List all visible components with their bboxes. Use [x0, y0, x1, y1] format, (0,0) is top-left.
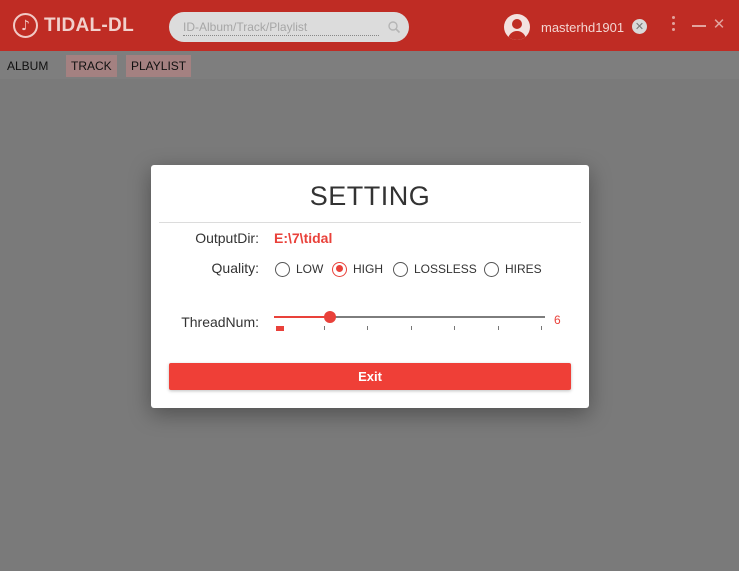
slider-tick	[276, 326, 284, 331]
tab-bar: ALBUM TRACK PLAYLIST	[0, 51, 739, 79]
slider-fill	[274, 316, 330, 318]
quality-option-label: HIGH	[353, 262, 383, 276]
radio-circle-icon	[484, 261, 499, 277]
divider	[159, 222, 581, 223]
output-dir-label: OutputDir:	[195, 230, 259, 246]
quality-radio-lossless[interactable]: LOSSLESS	[393, 261, 477, 277]
dialog-title: SETTING	[309, 181, 431, 211]
settings-dialog: SETTING OutputDir: E:\7\tidal Quality: L…	[151, 165, 589, 408]
close-button[interactable]: ✕	[711, 16, 727, 32]
quality-radio-hires[interactable]: HIRES	[484, 261, 542, 277]
quality-option-label: LOSSLESS	[414, 262, 477, 276]
exit-button[interactable]: Exit	[169, 363, 571, 390]
quality-label: Quality:	[211, 260, 259, 276]
username: masterhd1901	[541, 20, 625, 35]
slider-tick	[324, 326, 325, 330]
slider-thumb[interactable]	[324, 311, 336, 323]
slider-tick	[498, 326, 499, 330]
slider-tick	[367, 326, 368, 330]
output-dir-value[interactable]: E:\7\tidal	[274, 230, 332, 246]
app-title: TIDAL-DL	[44, 15, 134, 36]
minimize-button[interactable]	[692, 25, 706, 27]
quality-radio-low[interactable]: LOW	[275, 261, 323, 277]
radio-circle-icon	[332, 261, 347, 277]
radio-circle-icon	[275, 261, 290, 277]
logout-button[interactable]: ✕	[632, 19, 647, 34]
search-icon[interactable]	[387, 20, 401, 34]
search-box[interactable]	[169, 12, 409, 42]
avatar-icon[interactable]	[504, 14, 530, 40]
thread-num-slider[interactable]	[274, 310, 545, 334]
quality-option-label: LOW	[296, 262, 324, 276]
quality-option-label: HIRES	[505, 262, 542, 276]
slider-tick	[454, 326, 455, 330]
more-menu-icon[interactable]	[670, 16, 676, 36]
tab-track[interactable]: TRACK	[66, 55, 117, 77]
tab-playlist[interactable]: PLAYLIST	[126, 55, 192, 77]
search-input[interactable]	[183, 18, 379, 36]
title-bar: ♪ TIDAL-DL masterhd1901 ✕ ✕	[0, 0, 739, 51]
tab-album[interactable]: ALBUM	[2, 55, 53, 77]
thread-num-value: 6	[554, 313, 561, 327]
music-note-icon: ♪	[13, 13, 38, 38]
slider-tick	[541, 326, 542, 330]
radio-circle-icon	[393, 261, 408, 277]
slider-tick	[411, 326, 412, 330]
quality-radio-high[interactable]: HIGH	[332, 261, 383, 277]
thread-num-label: ThreadNum:	[181, 314, 259, 330]
